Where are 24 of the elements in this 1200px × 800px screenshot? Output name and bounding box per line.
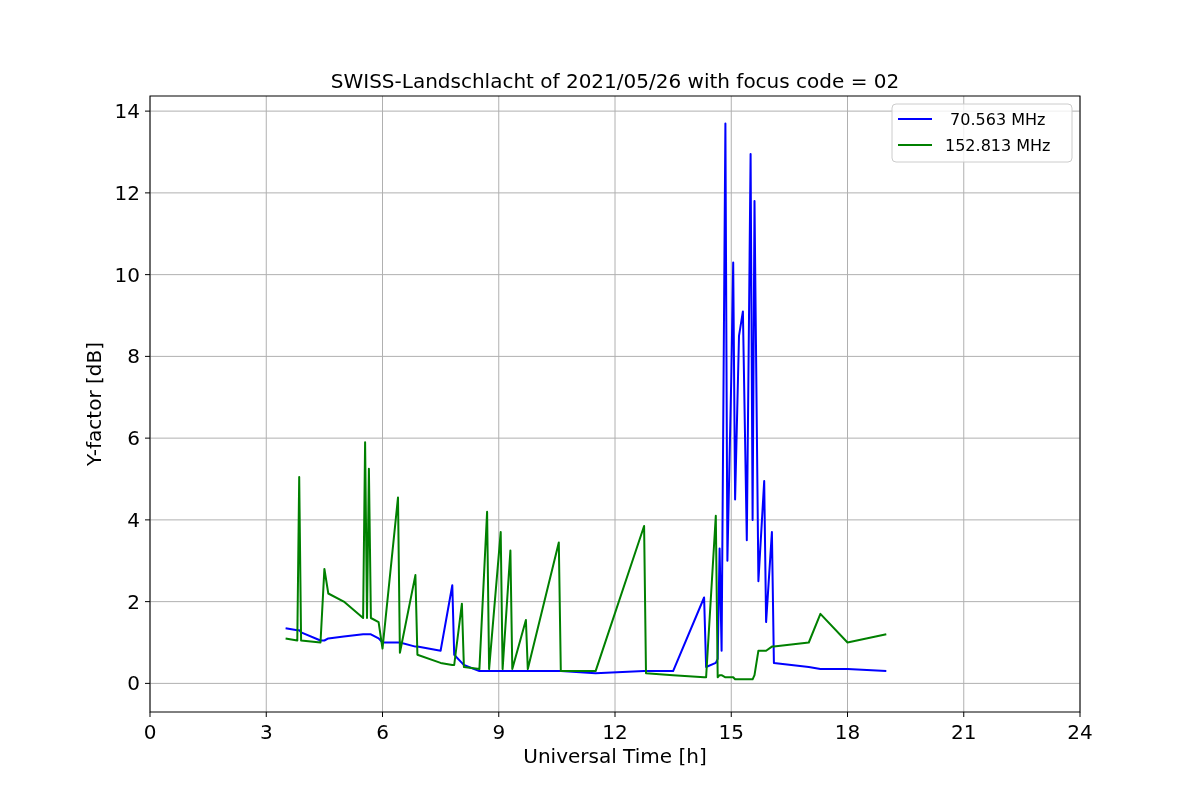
x-axis-label: Universal Time [h]	[523, 744, 707, 768]
y-tick-label: 14	[114, 99, 140, 124]
x-tick-label: 18	[834, 720, 861, 744]
legend-line	[897, 118, 933, 120]
y-tick-label: 2	[127, 589, 140, 614]
y-tick-label: 4	[127, 507, 140, 532]
x-tick-label: 21	[951, 720, 977, 744]
y-tick-label: 0	[127, 671, 140, 696]
x-tick-label: 9	[492, 720, 506, 744]
legend-label: 152.813 MHz	[945, 136, 1051, 155]
x-tick-label: 0	[143, 720, 157, 744]
x-tick-label: 3	[259, 720, 273, 744]
x-tick-label: 15	[718, 720, 744, 744]
legend-line	[897, 144, 933, 146]
y-tick-label: 12	[114, 180, 140, 205]
x-tick-label: 12	[602, 720, 628, 744]
y-axis-label: Y-factor [dB]	[82, 342, 106, 466]
legend-label: 70.563 MHz	[950, 110, 1046, 129]
x-tick-label: 24	[1067, 720, 1093, 744]
y-tick-label: 8	[127, 344, 140, 369]
chart-title: SWISS-Landschlacht of 2021/05/26 with focus code = 02	[330, 69, 900, 93]
x-tick-label: 6	[376, 720, 389, 744]
y-tick-label: 10	[114, 262, 140, 287]
y-tick-label: 6	[127, 426, 140, 451]
